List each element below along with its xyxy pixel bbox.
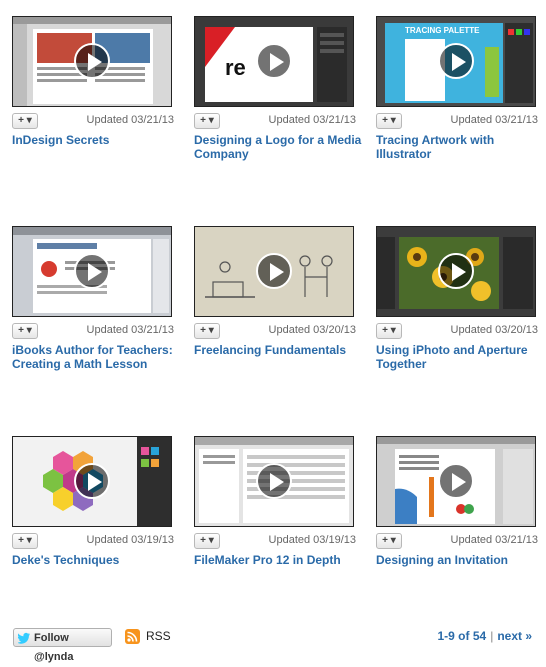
course-thumbnail[interactable]: [376, 226, 536, 317]
course-meta: + ▾ Updated 03/21/13: [376, 533, 538, 549]
course-title-link[interactable]: iBooks Author for Teachers: Creating a M…: [12, 343, 180, 371]
play-icon[interactable]: [256, 253, 292, 289]
add-to-playlist-button[interactable]: + ▾: [194, 113, 220, 129]
play-icon[interactable]: [74, 253, 110, 289]
course-thumbnail[interactable]: [12, 226, 172, 317]
course-meta: + ▾ Updated 03/21/13: [376, 113, 538, 129]
twitter-follow-label: Follow @lynda: [34, 632, 74, 663]
rss-icon[interactable]: [125, 629, 140, 644]
updated-date: Updated 03/19/13: [86, 534, 174, 546]
course-meta: + ▾ Updated 03/20/13: [376, 323, 538, 339]
course-title-link[interactable]: FileMaker Pro 12 in Depth: [194, 553, 362, 567]
play-icon[interactable]: [438, 253, 474, 289]
updated-date: Updated 03/21/13: [86, 114, 174, 126]
play-icon[interactable]: [74, 43, 110, 79]
course-thumbnail[interactable]: [376, 436, 536, 527]
course-grid: + ▾ Updated 03/21/13 InDesign Secrets re…: [0, 0, 546, 600]
course-thumbnail[interactable]: re: [194, 16, 354, 107]
add-to-playlist-button[interactable]: + ▾: [12, 323, 38, 339]
add-to-playlist-button[interactable]: + ▾: [12, 533, 38, 549]
course-title-link[interactable]: Designing an Invitation: [376, 553, 544, 567]
pagination-separator: |: [490, 629, 494, 643]
play-icon[interactable]: [256, 43, 292, 79]
course-title-link[interactable]: Designing a Logo for a Media Company: [194, 133, 362, 161]
updated-date: Updated 03/21/13: [450, 114, 538, 126]
next-page-link[interactable]: next »: [497, 629, 532, 643]
add-to-playlist-button[interactable]: + ▾: [194, 533, 220, 549]
twitter-bird-icon: [18, 632, 30, 644]
add-to-playlist-button[interactable]: + ▾: [194, 323, 220, 339]
course-title-link[interactable]: Deke's Techniques: [12, 553, 180, 567]
course-meta: + ▾ Updated 03/21/13: [194, 113, 356, 129]
course-title-link[interactable]: InDesign Secrets: [12, 133, 180, 147]
play-icon[interactable]: [256, 463, 292, 499]
rss-link[interactable]: RSS: [146, 629, 171, 643]
course-meta: + ▾ Updated 03/19/13: [194, 533, 356, 549]
footer-bar: Follow @lynda RSS 1-9 of 54 | next »: [0, 626, 546, 663]
updated-date: Updated 03/21/13: [450, 534, 538, 546]
course-title-link[interactable]: Tracing Artwork with Illustrator: [376, 133, 544, 161]
add-to-playlist-button[interactable]: + ▾: [376, 113, 402, 129]
course-meta: + ▾ Updated 03/21/13: [12, 323, 174, 339]
svg-text:re: re: [225, 55, 246, 80]
course-meta: + ▾ Updated 03/21/13: [12, 113, 174, 129]
updated-date: Updated 03/21/13: [268, 114, 356, 126]
updated-date: Updated 03/21/13: [86, 324, 174, 336]
course-thumbnail[interactable]: [194, 226, 354, 317]
course-title-link[interactable]: Freelancing Fundamentals: [194, 343, 362, 357]
updated-date: Updated 03/20/13: [268, 324, 356, 336]
play-icon[interactable]: [74, 463, 110, 499]
updated-date: Updated 03/20/13: [450, 324, 538, 336]
svg-text:TRACING PALETTE: TRACING PALETTE: [405, 26, 480, 35]
course-meta: + ▾ Updated 03/20/13: [194, 323, 356, 339]
course-thumbnail[interactable]: [12, 16, 172, 107]
pagination-count: 1-9 of 54: [437, 629, 487, 643]
add-to-playlist-button[interactable]: + ▾: [376, 533, 402, 549]
updated-date: Updated 03/19/13: [268, 534, 356, 546]
course-title-link[interactable]: Using iPhoto and Aperture Together: [376, 343, 544, 371]
add-to-playlist-button[interactable]: + ▾: [376, 323, 402, 339]
play-icon[interactable]: [438, 43, 474, 79]
play-icon[interactable]: [438, 463, 474, 499]
course-meta: + ▾ Updated 03/19/13: [12, 533, 174, 549]
twitter-follow-button[interactable]: Follow @lynda: [13, 628, 112, 663]
course-thumbnail[interactable]: [194, 436, 354, 527]
add-to-playlist-button[interactable]: + ▾: [12, 113, 38, 129]
course-thumbnail[interactable]: [12, 436, 172, 527]
pagination: 1-9 of 54 | next »: [438, 629, 533, 643]
course-thumbnail[interactable]: TRACING PALETTE: [376, 16, 536, 107]
